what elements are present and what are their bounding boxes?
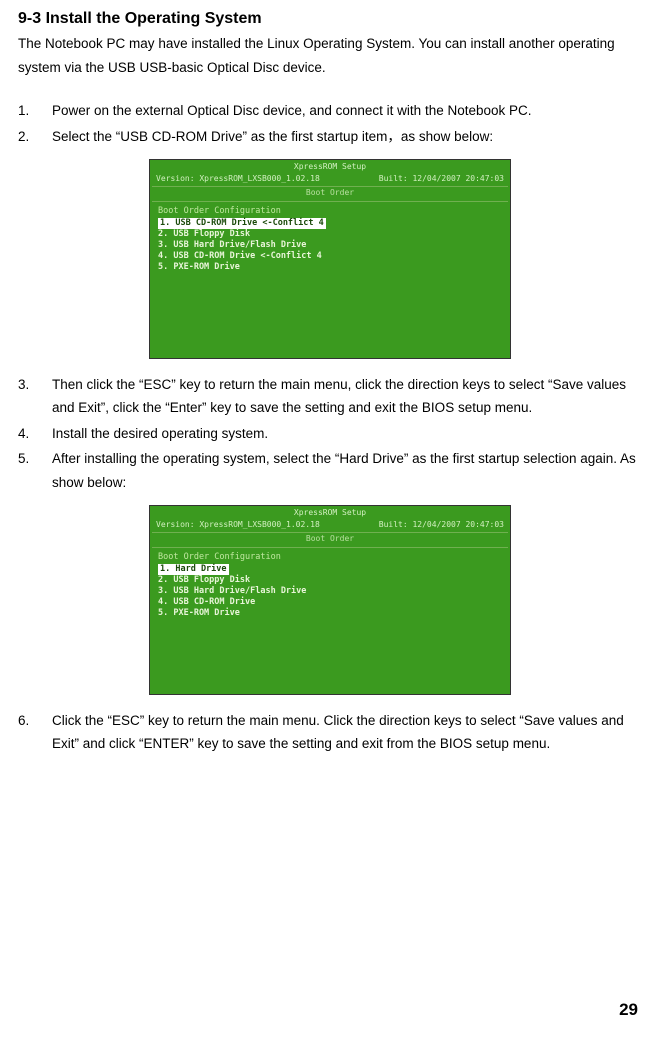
- page-number: 29: [619, 1000, 638, 1020]
- bios-header: Version: XpressROM_LXSB000_1.02.18 Built…: [150, 518, 510, 532]
- steps-list: 3. Then click the “ESC” key to return th…: [18, 373, 642, 495]
- bios-body: Boot Order Configuration 1. Hard Drive 2…: [150, 548, 510, 623]
- bios-version: Version: XpressROM_LXSB000_1.02.18: [156, 174, 320, 184]
- step-item: 6. Click the “ESC” key to return the mai…: [18, 709, 642, 756]
- bios-screen: XpressROM Setup Version: XpressROM_LXSB0…: [149, 159, 511, 359]
- bios-screen: XpressROM Setup Version: XpressROM_LXSB0…: [149, 505, 511, 695]
- section-heading: 9-3 Install the Operating System: [18, 10, 642, 28]
- step-number: 5.: [18, 447, 52, 494]
- bios-item: 2. USB Floppy Disk: [158, 575, 502, 586]
- bios-item: 2. USB Floppy Disk: [158, 229, 502, 240]
- bios-config-label: Boot Order Configuration: [158, 206, 502, 217]
- step-number: 3.: [18, 373, 52, 420]
- bios-config-label: Boot Order Configuration: [158, 552, 502, 563]
- step-number: 6.: [18, 709, 52, 756]
- step-text: After installing the operating system, s…: [52, 447, 642, 494]
- bios-body: Boot Order Configuration 1. USB CD-ROM D…: [150, 202, 510, 277]
- bios-boot-order: Boot Order: [150, 533, 510, 546]
- step-item: 5. After installing the operating system…: [18, 447, 642, 494]
- bios-item: 4. USB CD-ROM Drive <-Conflict 4: [158, 251, 502, 262]
- bios-item: 5. PXE-ROM Drive: [158, 262, 502, 273]
- step-item: 3. Then click the “ESC” key to return th…: [18, 373, 642, 420]
- intro-paragraph: The Notebook PC may have installed the L…: [18, 32, 642, 79]
- step-item: 1. Power on the external Optical Disc de…: [18, 99, 642, 123]
- bios-item: 5. PXE-ROM Drive: [158, 608, 502, 619]
- step-text: Then click the “ESC” key to return the m…: [52, 373, 642, 420]
- step-number: 1.: [18, 99, 52, 123]
- bios-built: Built: 12/04/2007 20:47:03: [379, 520, 504, 530]
- bios-boot-order: Boot Order: [150, 187, 510, 200]
- bios-item: 3. USB Hard Drive/Flash Drive: [158, 240, 502, 251]
- step-item: 2. Select the “USB CD-ROM Drive” as the …: [18, 125, 642, 149]
- step-number: 4.: [18, 422, 52, 446]
- step-number: 2.: [18, 125, 52, 149]
- bios-setup-title: XpressROM Setup: [150, 506, 510, 518]
- step-text: Install the desired operating system.: [52, 422, 642, 446]
- bios-setup-title: XpressROM Setup: [150, 160, 510, 172]
- bios-item: 4. USB CD-ROM Drive: [158, 597, 502, 608]
- step-text: Power on the external Optical Disc devic…: [52, 99, 642, 123]
- bios-built: Built: 12/04/2007 20:47:03: [379, 174, 504, 184]
- bios-version: Version: XpressROM_LXSB000_1.02.18: [156, 520, 320, 530]
- steps-list: 6. Click the “ESC” key to return the mai…: [18, 709, 642, 756]
- bios-selected-item: 1. Hard Drive: [158, 564, 229, 575]
- bios-screenshot-2: XpressROM Setup Version: XpressROM_LXSB0…: [18, 505, 642, 695]
- bios-item: 3. USB Hard Drive/Flash Drive: [158, 586, 502, 597]
- step-text: Click the “ESC” key to return the main m…: [52, 709, 642, 756]
- step-item: 4. Install the desired operating system.: [18, 422, 642, 446]
- bios-header: Version: XpressROM_LXSB000_1.02.18 Built…: [150, 172, 510, 186]
- bios-selected-item: 1. USB CD-ROM Drive <-Conflict 4: [158, 218, 326, 229]
- bios-screenshot-1: XpressROM Setup Version: XpressROM_LXSB0…: [18, 159, 642, 359]
- steps-list: 1. Power on the external Optical Disc de…: [18, 99, 642, 148]
- step-text: Select the “USB CD-ROM Drive” as the fir…: [52, 125, 642, 149]
